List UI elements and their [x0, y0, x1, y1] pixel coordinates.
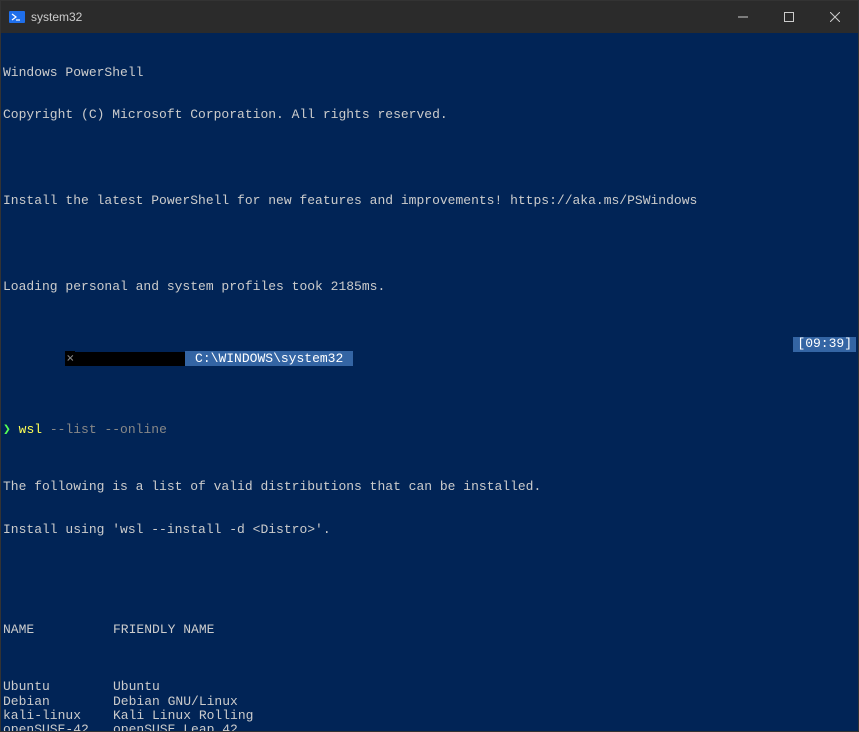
distro-friendly: Kali Linux Rolling — [113, 708, 253, 723]
titlebar[interactable]: system32 — [1, 1, 858, 33]
distro-friendly: Debian GNU/Linux — [113, 694, 238, 709]
distro-row: DebianDebian GNU/Linux — [3, 695, 856, 709]
distro-friendly: openSUSE Leap 42 — [113, 722, 238, 731]
distro-list: UbuntuUbuntuDebianDebian GNU/Linuxkali-l… — [3, 680, 856, 731]
redacted-user — [75, 352, 185, 366]
distro-name: Debian — [3, 695, 113, 709]
prompt-time: [09:39] — [793, 337, 856, 351]
close-button[interactable] — [812, 1, 858, 33]
distro-name: Ubuntu — [3, 680, 113, 694]
window-controls — [720, 1, 858, 33]
distro-header: NAMEFRIENDLY NAME — [3, 623, 856, 637]
prompt-row: ⨯ C:\WINDOWS\system32 [09:39] — [3, 337, 856, 380]
window: system32 Windows PowerShell Copyright (C… — [0, 0, 859, 732]
distro-row: UbuntuUbuntu — [3, 680, 856, 694]
profile-load-line: Loading personal and system profiles too… — [3, 280, 856, 294]
command-args: --list --online — [42, 422, 167, 437]
powershell-icon — [9, 9, 25, 25]
terminal-body[interactable]: Windows PowerShell Copyright (C) Microso… — [1, 33, 858, 731]
distro-name: openSUSE-42 — [3, 723, 113, 731]
distro-row: openSUSE-42openSUSE Leap 42 — [3, 723, 856, 731]
output-line: The following is a list of valid distrib… — [3, 480, 856, 494]
window-title: system32 — [31, 10, 82, 24]
minimize-button[interactable] — [720, 1, 766, 33]
banner-line: Windows PowerShell — [3, 66, 856, 80]
distro-friendly: Ubuntu — [113, 679, 160, 694]
prompt-status-icon: ⨯ — [65, 351, 75, 366]
blank-line — [3, 566, 856, 580]
prompt-path: C:\WINDOWS\system32 — [185, 351, 353, 366]
header-name: NAME — [3, 623, 113, 637]
install-hint: Install the latest PowerShell for new fe… — [3, 194, 856, 208]
blank-line — [3, 237, 856, 251]
banner-line: Copyright (C) Microsoft Corporation. All… — [3, 108, 856, 122]
blank-line — [3, 151, 856, 165]
command-line: ❯ wsl --list --online — [3, 423, 856, 437]
maximize-button[interactable] — [766, 1, 812, 33]
header-friendly: FRIENDLY NAME — [113, 622, 214, 637]
output-line: Install using 'wsl --install -d <Distro>… — [3, 523, 856, 537]
distro-name: kali-linux — [3, 709, 113, 723]
distro-row: kali-linuxKali Linux Rolling — [3, 709, 856, 723]
command-name: wsl — [19, 422, 42, 437]
prompt-arrow-icon: ❯ — [3, 422, 19, 437]
